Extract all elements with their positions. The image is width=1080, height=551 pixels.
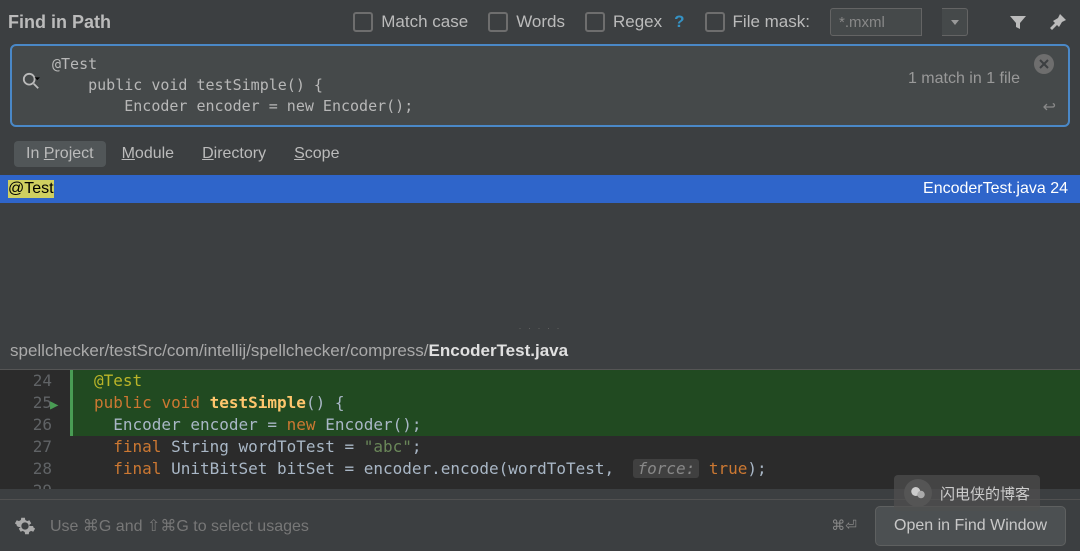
result-match-text: @Test — [8, 180, 54, 198]
wechat-icon — [904, 479, 932, 507]
line-number: 29 — [0, 480, 52, 489]
code-line: @Test — [70, 370, 1080, 392]
splitter-handle[interactable]: · · · · · — [0, 323, 1080, 333]
match-case-label: Match case — [381, 12, 468, 32]
usage-hint: Use ⌘G and ⇧⌘G to select usages — [50, 516, 309, 536]
filter-icon[interactable] — [1008, 12, 1028, 32]
clear-search-button[interactable] — [1034, 54, 1054, 74]
search-icon — [22, 72, 40, 90]
watermark-text: 闪电侠的博客 — [940, 483, 1030, 504]
regex-help-icon[interactable]: ? — [674, 12, 684, 32]
breadcrumb: spellchecker/testSrc/com/intellij/spellc… — [0, 333, 1080, 369]
tab-inproject[interactable]: In Project — [14, 141, 106, 167]
file-mask-input[interactable] — [830, 8, 922, 36]
file-mask-label: File mask: — [733, 12, 810, 32]
line-number: 28 — [0, 458, 52, 480]
checkbox-box — [585, 12, 605, 32]
regex-label: Regex — [613, 12, 662, 32]
pin-icon[interactable] — [1048, 12, 1068, 32]
code-line: Encoder encoder = new Encoder(); — [70, 414, 1080, 436]
checkbox-box — [488, 12, 508, 32]
results-empty-area — [0, 203, 1080, 323]
result-row[interactable]: @Test EncoderTest.java 24 — [0, 175, 1080, 203]
breadcrumb-file: EncoderTest.java — [429, 341, 569, 360]
line-number: 27 — [0, 436, 52, 458]
chevron-down-icon — [951, 20, 959, 25]
checkbox-box — [353, 12, 373, 32]
file-mask-checkbox[interactable]: File mask: — [705, 12, 810, 32]
checkbox-box — [705, 12, 725, 32]
code-line: public void testSimple() { — [70, 392, 1080, 414]
shortcut-hint: ⌘⏎ — [831, 517, 857, 534]
line-number: 24 — [0, 370, 52, 392]
breadcrumb-path: spellchecker/testSrc/com/intellij/spellc… — [10, 341, 429, 360]
line-number: 25 — [0, 392, 52, 414]
run-gutter-icon[interactable]: ▶ — [50, 394, 58, 416]
line-number: 26 — [0, 414, 52, 436]
match-count: 1 match in 1 file — [908, 70, 1020, 88]
editor-gutter: ▶ 242526272829 — [0, 370, 70, 489]
result-file-location: EncoderTest.java 24 — [923, 180, 1072, 198]
code-line: final String wordToTest = "abc"; — [70, 436, 1080, 458]
tab-directory[interactable]: Directory — [190, 141, 278, 167]
dialog-title: Find in Path — [8, 12, 111, 33]
match-case-checkbox[interactable]: Match case — [353, 12, 468, 32]
tab-module[interactable]: Module — [110, 141, 186, 167]
watermark: 闪电侠的博客 — [894, 475, 1040, 511]
open-in-find-window-button[interactable]: Open in Find Window — [875, 506, 1066, 546]
tab-scope[interactable]: Scope — [282, 141, 351, 167]
gear-icon[interactable] — [14, 515, 36, 537]
newline-icon: ↩ — [1043, 97, 1056, 117]
words-label: Words — [516, 12, 565, 32]
search-input[interactable]: @Test public void testSimple() { Encoder… — [10, 44, 1070, 127]
regex-checkbox[interactable]: Regex ? — [585, 12, 685, 32]
editor-code[interactable]: @Testpublic void testSimple() { Encoder … — [70, 370, 1080, 489]
file-mask-dropdown[interactable] — [942, 8, 968, 36]
preview-editor[interactable]: ▶ 242526272829 @Testpublic void testSimp… — [0, 369, 1080, 489]
words-checkbox[interactable]: Words — [488, 12, 565, 32]
scope-tabs: In ProjectModuleDirectoryScope — [0, 127, 1080, 175]
